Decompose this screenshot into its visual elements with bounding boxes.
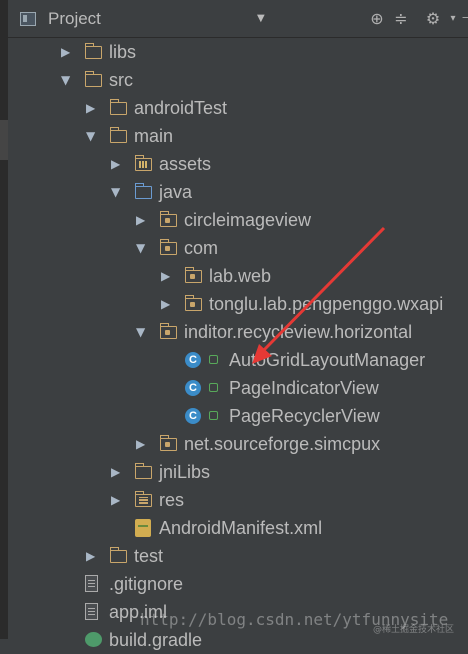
tree-item-label: src (109, 70, 133, 90)
collapsed-arrow-icon[interactable]: ▶ (111, 150, 120, 178)
unlock-icon (209, 411, 218, 420)
tree-item[interactable]: ▶ lab.web (8, 262, 468, 290)
tree-item-label: res (159, 490, 185, 510)
chevron-down-icon[interactable]: ▼ (257, 0, 265, 38)
package-icon (160, 211, 177, 227)
collapsed-arrow-icon[interactable]: ▶ (86, 94, 95, 122)
collapsed-arrow-icon[interactable]: ▶ (161, 262, 170, 290)
expanded-arrow-icon[interactable]: ▼ (86, 122, 95, 150)
tree-item-label: circleimageview (184, 210, 312, 230)
tree-item-label: build.gradle (109, 630, 203, 650)
source-folder-icon (135, 183, 152, 199)
tree-item[interactable]: ▶ androidTest (8, 94, 468, 122)
tree-item-label: net.sourceforge.simcpux (184, 434, 381, 454)
package-icon (185, 267, 202, 283)
folder-icon (110, 99, 127, 115)
watermark-small: @稀土掘金技术社区 (373, 625, 455, 635)
expanded-arrow-icon[interactable]: ▼ (136, 234, 145, 262)
tree-item[interactable]: ▶ assets (8, 150, 468, 178)
tree-item-label: main (134, 126, 174, 146)
project-tree[interactable]: ▶ libs ▼ src ▶ androidTest ▼ main ▶ assets ▼ java ▶ c… (8, 38, 468, 650)
tree-item-label: jniLibs (159, 462, 211, 482)
tree-item[interactable]: C PageIndicatorView (8, 374, 468, 402)
tree-item-label: androidTest (134, 98, 228, 118)
collapse-icon[interactable]: ≑ (390, 8, 412, 30)
package-icon (160, 239, 177, 255)
package-icon (185, 295, 202, 311)
class-icon: C (185, 408, 201, 424)
collapsed-arrow-icon[interactable]: ▶ (111, 486, 120, 514)
project-icon (20, 12, 36, 26)
gear-icon[interactable]: ⚙ (422, 8, 444, 30)
folder-icon (85, 71, 102, 87)
tree-item[interactable]: ▶ test (8, 542, 468, 570)
expanded-arrow-icon[interactable]: ▼ (111, 178, 120, 206)
folder-icon (110, 547, 127, 563)
tree-item-label: AndroidManifest.xml (159, 518, 323, 538)
collapsed-arrow-icon[interactable]: ▶ (111, 458, 120, 486)
view-selector-label[interactable]: Project (48, 0, 101, 38)
tree-item-label: inditor.recycleview.horizontal (184, 322, 413, 342)
tree-item-label: AutoGridLayoutManager (229, 350, 426, 370)
tree-item-label: .gitignore (109, 574, 184, 594)
tree-item[interactable]: ▶ jniLibs (8, 458, 468, 486)
collapsed-arrow-icon[interactable]: ▶ (136, 206, 145, 234)
tree-item[interactable]: C PageRecyclerView (8, 402, 468, 430)
folder-icon (85, 43, 102, 59)
gradle-icon (85, 632, 102, 647)
tree-item[interactable]: ▶ net.sourceforge.simcpux (8, 430, 468, 458)
module-file-icon (85, 603, 98, 620)
tree-item[interactable]: ▶ res (8, 486, 468, 514)
assets-folder-icon (135, 155, 152, 171)
tree-item-label: com (184, 238, 219, 258)
tree-item[interactable]: ▼ inditor.recycleview.horizontal (8, 318, 468, 346)
tree-item-label: lab.web (209, 266, 272, 286)
package-icon (160, 323, 177, 339)
class-icon: C (185, 380, 201, 396)
tree-item[interactable]: ▼ java (8, 178, 468, 206)
unlock-icon (209, 355, 218, 364)
tree-item[interactable]: ▼ src (8, 66, 468, 94)
tree-item[interactable]: ▼ com (8, 234, 468, 262)
gutter-marker (0, 120, 8, 160)
tree-item[interactable]: ▶ libs (8, 38, 468, 66)
unlock-icon (209, 383, 218, 392)
tree-item[interactable]: .gitignore (8, 570, 468, 598)
collapsed-arrow-icon[interactable]: ▶ (61, 38, 70, 66)
collapsed-arrow-icon[interactable]: ▶ (136, 430, 145, 458)
xml-file-icon (135, 519, 151, 537)
target-icon[interactable]: ⊕ (366, 8, 388, 30)
left-gutter (0, 0, 8, 639)
tree-item-label: tonglu.lab.pengpenggo.wxapi (209, 294, 444, 314)
tree-item-label: test (134, 546, 164, 566)
hide-icon[interactable]: ⊣ (456, 8, 468, 30)
collapsed-arrow-icon[interactable]: ▶ (161, 290, 170, 318)
tree-item[interactable]: C AutoGridLayoutManager (8, 346, 468, 374)
tree-item-label: PageRecyclerView (229, 406, 380, 426)
tree-item-label: PageIndicatorView (229, 378, 379, 398)
tree-item[interactable]: ▼ main (8, 122, 468, 150)
collapsed-arrow-icon[interactable]: ▶ (86, 542, 95, 570)
expanded-arrow-icon[interactable]: ▼ (136, 318, 145, 346)
class-icon: C (185, 352, 201, 368)
expanded-arrow-icon[interactable]: ▼ (61, 66, 70, 94)
tree-item-label: java (159, 182, 193, 202)
package-icon (160, 435, 177, 451)
folder-icon (110, 127, 127, 143)
text-file-icon (85, 575, 98, 592)
tree-item[interactable]: ▶ tonglu.lab.pengpenggo.wxapi (8, 290, 468, 318)
tree-item-label: assets (159, 154, 212, 174)
tree-item[interactable]: AndroidManifest.xml (8, 514, 468, 542)
project-panel-header: Project ▼ ⊕ ≑ ⚙ ▾ ⊣ (8, 0, 468, 38)
resources-folder-icon (135, 491, 152, 507)
folder-icon (135, 463, 152, 479)
tree-item-label: libs (109, 42, 137, 62)
tree-item[interactable]: ▶ circleimageview (8, 206, 468, 234)
